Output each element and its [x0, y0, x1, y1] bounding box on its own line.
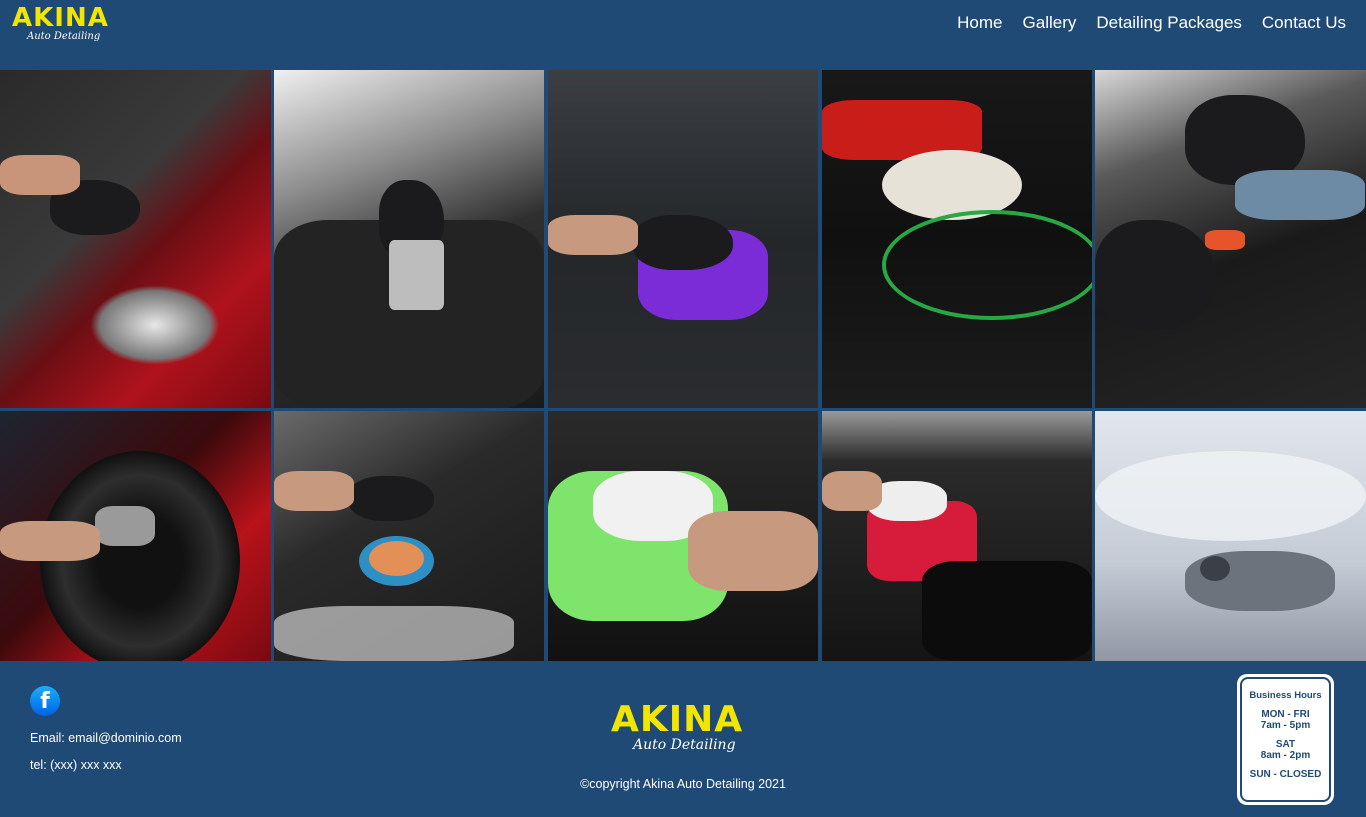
footer-tel: tel: (xxx) xxx xxx — [30, 758, 122, 772]
brand-logo[interactable]: AKINA Auto Detailing — [12, 5, 112, 45]
gallery-grid — [0, 70, 1366, 661]
gallery-image[interactable] — [0, 411, 271, 661]
footer-email: Email: email@dominio.com — [30, 731, 182, 745]
nav-contact-us[interactable]: Contact Us — [1262, 13, 1346, 33]
footer-logo: AKINA Auto Detailing — [611, 699, 761, 758]
gallery-image[interactable] — [274, 411, 544, 661]
nav-home[interactable]: Home — [957, 13, 1002, 33]
gallery-image[interactable] — [548, 70, 818, 408]
site-footer: f Email: email@dominio.com tel: (xxx) xx… — [0, 661, 1366, 817]
hours-weekday-time: 7am - 5pm — [1260, 720, 1311, 731]
footer-brand-name: AKINA — [611, 699, 744, 740]
nav-gallery[interactable]: Gallery — [1023, 13, 1077, 33]
gallery-image[interactable] — [274, 70, 544, 408]
gallery-image[interactable] — [1095, 70, 1366, 408]
brand-name: AKINA — [12, 3, 109, 33]
nav-detailing-packages[interactable]: Detailing Packages — [1096, 13, 1242, 33]
gallery-image[interactable] — [822, 70, 1092, 408]
hours-sat-time: 8am - 2pm — [1260, 750, 1311, 761]
main-nav: Home Gallery Detailing Packages Contact … — [957, 13, 1346, 33]
hours-sunday: SUN - CLOSED — [1249, 769, 1322, 780]
hours-title: Business Hours — [1249, 690, 1322, 701]
gallery-image[interactable] — [548, 411, 818, 661]
hours-sat-day: SAT — [1275, 739, 1296, 750]
site-header: AKINA Auto Detailing Home Gallery Detail… — [0, 0, 1366, 70]
facebook-icon[interactable]: f — [30, 686, 60, 716]
gallery-image[interactable] — [0, 70, 271, 408]
copyright-text: ©copyright Akina Auto Detailing 2021 — [580, 777, 786, 791]
gallery-image[interactable] — [1095, 411, 1366, 661]
business-hours-badge: Business Hours MON - FRI 7am - 5pm SAT 8… — [1237, 674, 1334, 805]
gallery-image[interactable] — [822, 411, 1092, 661]
hours-weekday-days: MON - FRI — [1261, 709, 1310, 720]
brand-tagline: Auto Detailing — [27, 31, 101, 42]
